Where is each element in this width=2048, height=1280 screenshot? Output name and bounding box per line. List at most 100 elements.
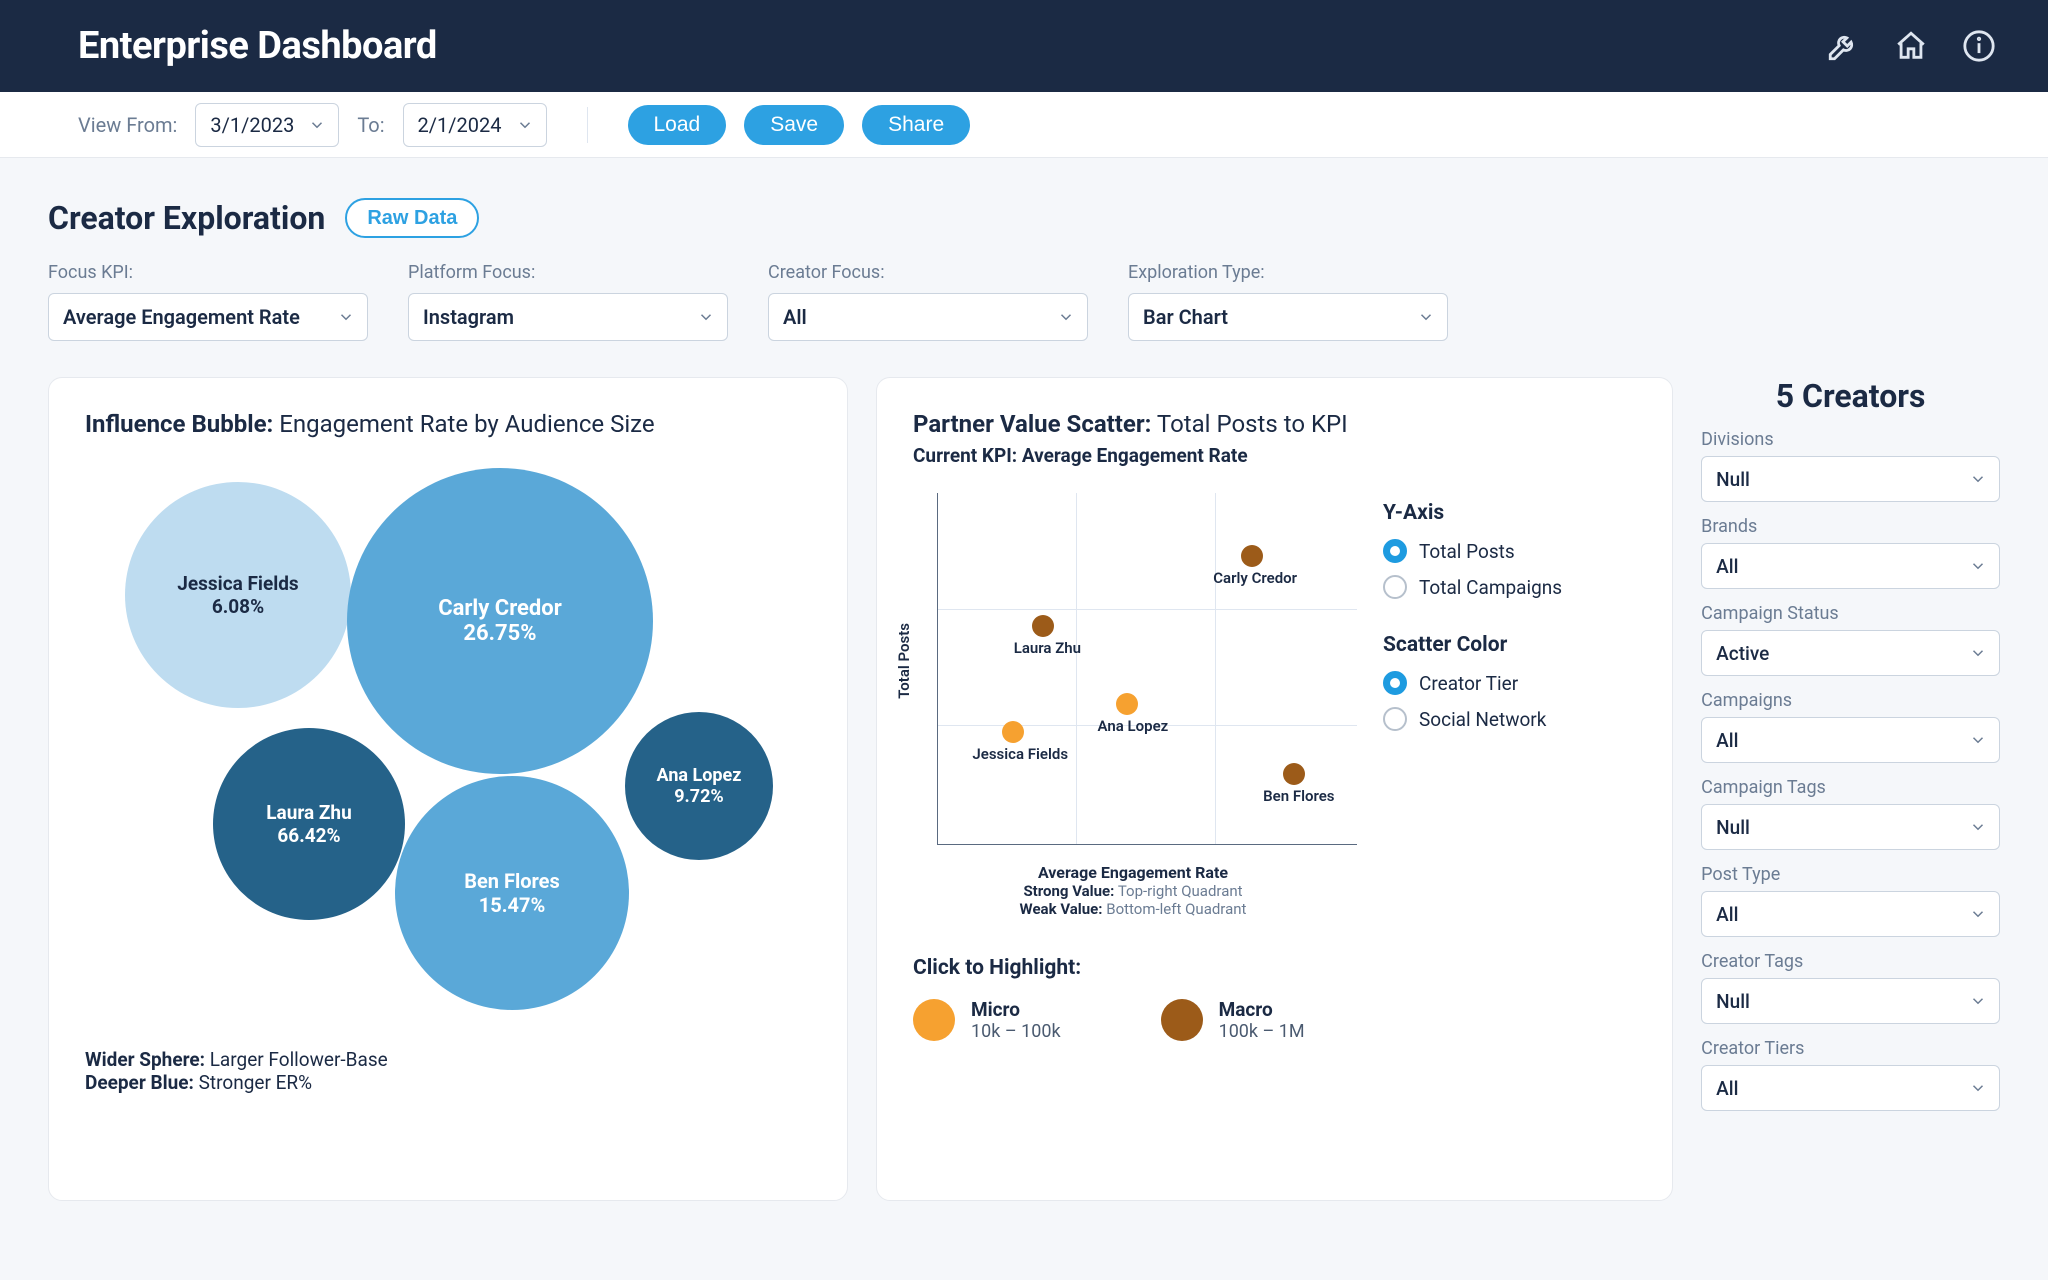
platform-focus-label: Platform Focus: (408, 262, 728, 283)
view-from-label: View From: (78, 113, 177, 137)
panels: Influence Bubble: Engagement Rate by Aud… (48, 377, 2000, 1201)
campaigns-label: Campaigns (1701, 690, 2000, 711)
scatter-title-rest: Total Posts to KPI (1151, 410, 1347, 438)
share-button[interactable]: Share (862, 105, 970, 145)
highlight-macro[interactable]: Macro 100k – 1M (1161, 998, 1305, 1042)
strong-value-note: Strong Value: Top-right Quadrant (913, 882, 1353, 900)
bubble-value: 9.72% (674, 786, 724, 807)
radio-creator-tier[interactable]: Creator Tier (1383, 671, 1562, 695)
bubble-jessica-fields[interactable]: Jessica Fields 6.08% (125, 482, 351, 708)
radio-total-campaigns[interactable]: Total Campaigns (1383, 575, 1562, 599)
to-label: To: (357, 113, 384, 137)
date-from-select[interactable]: 3/1/2023 (195, 103, 339, 147)
brands-select[interactable]: All (1701, 543, 2000, 589)
radio-total-posts[interactable]: Total Posts (1383, 539, 1562, 563)
legend-b-rest: Stronger ER% (194, 1071, 312, 1094)
exploration-type-label: Exploration Type: (1128, 262, 1448, 283)
bubble-legend: Wider Sphere: Larger Follower-Base Deepe… (85, 1048, 811, 1094)
save-button[interactable]: Save (744, 105, 844, 145)
creator-focus-value: All (783, 305, 807, 329)
weak-value-note: Weak Value: Bottom-left Quadrant (913, 900, 1353, 918)
point-label: Laura Zhu (1014, 639, 1081, 657)
scatter-chart: Jessica Fields Ana Lopez Laura Zhu Carly… (937, 493, 1357, 845)
content: Creator Exploration Raw Data Focus KPI: … (0, 158, 2048, 1201)
influence-bubble-card: Influence Bubble: Engagement Rate by Aud… (48, 377, 848, 1201)
scatter-color-head: Scatter Color (1383, 633, 1562, 657)
app-title: Enterprise Dashboard (78, 24, 437, 68)
radio-label: Creator Tier (1419, 672, 1518, 695)
radio-label: Total Campaigns (1419, 576, 1562, 599)
radio-label: Total Posts (1419, 540, 1515, 563)
bubble-chart: Jessica Fields 6.08% Carly Credor 26.75%… (85, 448, 813, 1048)
date-to-value: 2/1/2024 (418, 113, 502, 137)
wrench-icon[interactable] (1826, 29, 1860, 63)
chevron-down-icon (697, 308, 715, 326)
raw-data-button[interactable]: Raw Data (345, 198, 479, 238)
bubble-ben-flores[interactable]: Ben Flores 15.47% (395, 776, 629, 1010)
point-label: Ana Lopez (1098, 717, 1169, 735)
brands-label: Brands (1701, 516, 2000, 537)
creator-tiers-select[interactable]: All (1701, 1065, 2000, 1111)
brands-value: All (1716, 555, 1738, 578)
chevron-down-icon (1969, 557, 1987, 575)
radio-label: Social Network (1419, 708, 1546, 731)
y-axis-label: Total Posts (895, 623, 913, 699)
radio-dot-icon (1383, 671, 1407, 695)
micro-label: Micro (971, 998, 1061, 1021)
chevron-down-icon (308, 116, 326, 134)
campaign-tags-select[interactable]: Null (1701, 804, 2000, 850)
scatter-point-jessica-fields[interactable]: Jessica Fields (1002, 721, 1024, 743)
point-label: Ben Flores (1263, 787, 1334, 805)
bubble-carly-credor[interactable]: Carly Credor 26.75% (347, 468, 653, 774)
divisions-label: Divisions (1701, 429, 2000, 450)
radio-dot-icon (1383, 575, 1407, 599)
scatter-subtitle: Current KPI: Average Engagement Rate (913, 444, 1636, 467)
info-icon[interactable] (1962, 29, 1996, 63)
highlight-head: Click to Highlight: (913, 956, 1636, 980)
bubble-ana-lopez[interactable]: Ana Lopez 9.72% (625, 712, 773, 860)
bubble-title-rest: Engagement Rate by Audience Size (273, 410, 654, 438)
chevron-down-icon (516, 116, 534, 134)
control-bar: View From: 3/1/2023 To: 2/1/2024 Load Sa… (0, 92, 2048, 158)
divider (587, 107, 588, 143)
bubble-value: 6.08% (212, 595, 264, 618)
load-button[interactable]: Load (628, 105, 727, 145)
creator-focus-select[interactable]: All (768, 293, 1088, 341)
divisions-select[interactable]: Null (1701, 456, 2000, 502)
platform-focus-select[interactable]: Instagram (408, 293, 728, 341)
macro-label: Macro (1219, 998, 1305, 1021)
micro-range: 10k – 100k (971, 1021, 1061, 1042)
campaign-status-select[interactable]: Active (1701, 630, 2000, 676)
post-type-select[interactable]: All (1701, 891, 2000, 937)
home-icon[interactable] (1894, 29, 1928, 63)
focus-kpi-value: Average Engagement Rate (63, 305, 300, 329)
exploration-type-value: Bar Chart (1143, 305, 1228, 329)
radio-social-network[interactable]: Social Network (1383, 707, 1562, 731)
scatter-title: Partner Value Scatter: Total Posts to KP… (913, 410, 1636, 438)
campaign-tags-value: Null (1716, 816, 1750, 839)
sidebar-title: 5 Creators (1701, 377, 2000, 415)
focus-kpi-select[interactable]: Average Engagement Rate (48, 293, 368, 341)
exploration-type-select[interactable]: Bar Chart (1128, 293, 1448, 341)
date-to-select[interactable]: 2/1/2024 (403, 103, 547, 147)
highlight-micro[interactable]: Micro 10k – 100k (913, 998, 1061, 1042)
legend-a-bold: Wider Sphere: (85, 1048, 205, 1071)
chevron-down-icon (1057, 308, 1075, 326)
radio-dot-icon (1383, 707, 1407, 731)
campaigns-select[interactable]: All (1701, 717, 2000, 763)
chevron-down-icon (337, 308, 355, 326)
scatter-point-ana-lopez[interactable]: Ana Lopez (1116, 693, 1138, 715)
campaign-tags-label: Campaign Tags (1701, 777, 2000, 798)
micro-swatch-icon (913, 999, 955, 1041)
chevron-down-icon (1969, 992, 1987, 1010)
bubble-laura-zhu[interactable]: Laura Zhu 66.42% (213, 728, 405, 920)
scatter-point-laura-zhu[interactable]: Laura Zhu (1032, 615, 1054, 637)
creator-tags-select[interactable]: Null (1701, 978, 2000, 1024)
scatter-options: Y-Axis Total Posts Total Campaigns Scatt… (1383, 493, 1562, 918)
scatter-point-carly-credor[interactable]: Carly Credor (1241, 545, 1263, 567)
post-type-value: All (1716, 903, 1738, 926)
creator-tiers-value: All (1716, 1077, 1738, 1100)
scatter-point-ben-flores[interactable]: Ben Flores (1283, 763, 1305, 785)
bubble-value: 15.47% (479, 893, 545, 917)
filter-row: Focus KPI: Average Engagement Rate Platf… (48, 262, 2000, 341)
